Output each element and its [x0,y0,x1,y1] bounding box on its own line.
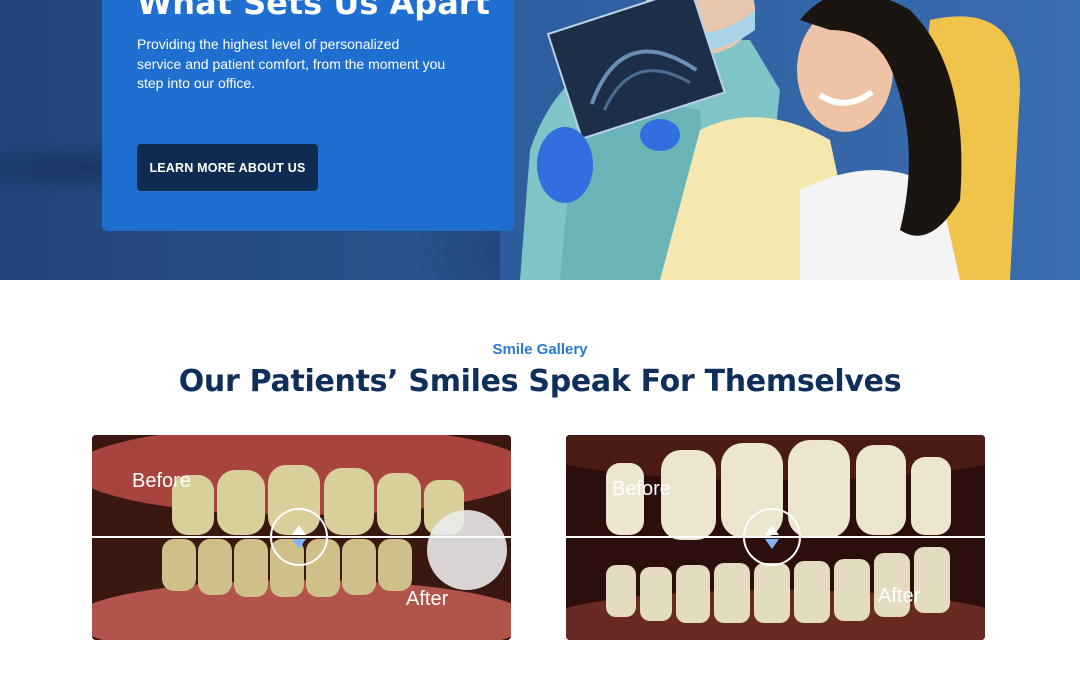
before-label: Before [132,470,191,492]
after-label: After [878,585,921,607]
arrow-up-icon [765,525,779,535]
before-label: Before [612,478,671,500]
gallery-title: Our Patients’ Smiles Speak For Themselve… [178,364,902,399]
slider-handle[interactable] [270,508,328,566]
dentist-patient-photo [500,0,1080,280]
hero-description: Providing the highest level of personali… [137,36,446,91]
arrow-up-icon [292,525,306,535]
hero-title: What Sets Us Apart [137,0,490,22]
learn-more-button[interactable]: LEARN MORE ABOUT US [137,144,318,191]
before-after-slider[interactable]: Before After [566,435,985,640]
arrow-down-icon [765,539,779,549]
before-after-slider[interactable]: Before After [92,435,511,640]
hero-section: What Sets Us Apart Providing the highest… [0,0,1080,280]
after-label: After [406,588,449,610]
slider-handle[interactable] [743,508,801,566]
arrow-down-icon [292,539,306,549]
gallery-eyebrow: Smile Gallery [492,341,588,358]
